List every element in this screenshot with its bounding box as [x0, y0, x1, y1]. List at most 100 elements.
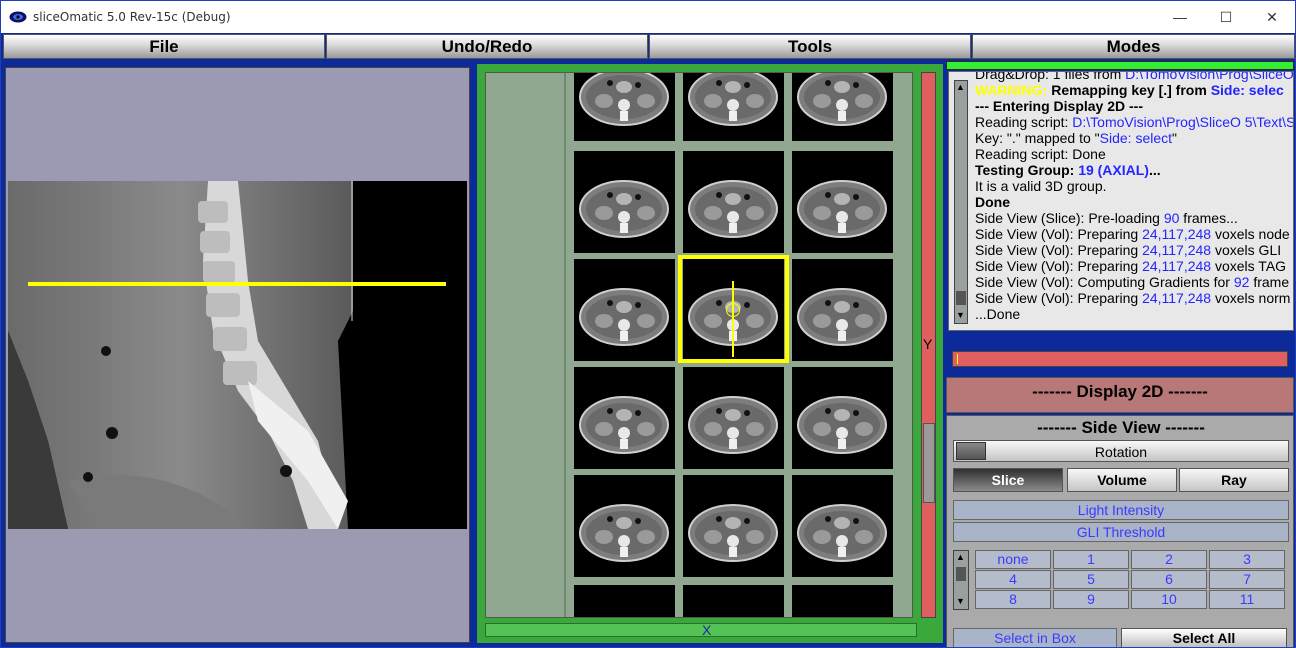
axial-ct-drawing	[688, 396, 778, 454]
gli-threshold-slider[interactable]: GLI Threshold	[953, 522, 1289, 542]
log-segment: voxels GLI	[1211, 242, 1282, 258]
select-in-box-button[interactable]: Select in Box	[953, 628, 1117, 647]
log-segment: Side View (Vol): Preparing	[975, 290, 1143, 306]
display2d-header[interactable]: ------- Display 2D -------	[946, 377, 1294, 413]
axial-slice-thumbnail[interactable]	[683, 475, 784, 577]
tab-volume[interactable]: Volume	[1067, 468, 1177, 492]
tag-button[interactable]: 9	[1053, 590, 1129, 609]
tag-button[interactable]: 11	[1209, 590, 1285, 609]
x-scrollbar[interactable]: X	[485, 622, 917, 638]
sagittal-ct-drawing	[8, 181, 353, 529]
text-cursor	[957, 354, 958, 364]
command-input[interactable]	[952, 351, 1288, 367]
tag-button[interactable]: none	[975, 550, 1051, 569]
close-button[interactable]: ✕	[1249, 1, 1295, 33]
tag-button[interactable]: 2	[1131, 550, 1207, 569]
tag-button[interactable]: 4	[975, 570, 1051, 589]
y-axis-label: Y	[923, 336, 933, 352]
tab-slice[interactable]: Slice	[953, 468, 1063, 492]
sagittal-ct-image[interactable]	[8, 181, 467, 529]
scroll-up-icon[interactable]: ▲	[956, 553, 965, 562]
tag-button[interactable]: 8	[975, 590, 1051, 609]
sagittal-view-pane[interactable]	[5, 67, 470, 643]
log-segment: Remapping key [.] from	[1047, 82, 1211, 98]
log-segment: --- Entering Display 2D ---	[975, 98, 1144, 114]
axial-ct-drawing	[688, 180, 778, 238]
axial-slice-thumbnail[interactable]	[792, 73, 893, 141]
select-all-button[interactable]: Select All	[1121, 628, 1287, 647]
axial-slice-thumbnail[interactable]	[574, 585, 675, 617]
axial-slice-thumbnail[interactable]	[792, 367, 893, 469]
log-segment: 24,117,248	[1142, 258, 1212, 274]
log-line: Side View (Vol): Preparing 24,117,248 vo…	[975, 226, 1293, 242]
log-scroll-thumb[interactable]	[956, 291, 966, 305]
minimize-button[interactable]: —	[1157, 1, 1203, 33]
log-segment: Reading script: Done	[975, 146, 1106, 162]
axial-slice-thumbnail[interactable]	[574, 151, 675, 253]
maximize-button[interactable]: ☐	[1203, 1, 1249, 33]
axial-ct-drawing	[688, 73, 778, 126]
log-segment: Side View (Vol): Computing Gradients for	[975, 274, 1234, 290]
axial-ct-drawing	[797, 396, 887, 454]
tag-grid-scrollbar[interactable]: ▲ ▼	[953, 550, 969, 610]
menu-modes[interactable]: Modes	[972, 34, 1295, 59]
axial-slice-thumbnail[interactable]	[574, 73, 675, 141]
axial-ct-drawing	[579, 288, 669, 346]
scroll-down-icon[interactable]: ▼	[956, 311, 965, 320]
log-segment: Side: selec	[1210, 82, 1284, 98]
log-vertical-scrollbar[interactable]: ▲ ▼	[954, 80, 968, 324]
log-segment: Side View (Vol): Preparing	[975, 242, 1143, 258]
log-line: Side View (Slice): Pre-loading 90 frames…	[975, 210, 1293, 226]
axial-slice-thumbnail[interactable]	[683, 73, 784, 141]
axial-slice-thumbnail[interactable]	[792, 259, 893, 361]
menu-tools[interactable]: Tools	[649, 34, 971, 59]
y-scrollbar-thumb[interactable]	[923, 423, 935, 503]
cursor-crosshair-vertical	[732, 281, 734, 357]
tag-button[interactable]: 7	[1209, 570, 1285, 589]
rotation-slider-handle[interactable]	[956, 442, 986, 460]
log-segment: "	[1172, 130, 1177, 146]
axial-slice-thumbnail[interactable]	[683, 367, 784, 469]
log-console[interactable]: ▲ ▼ Drag&Drop: 1 files from D:\TomoVisio…	[948, 71, 1294, 331]
selected-slice-frame[interactable]	[678, 255, 789, 363]
thumbnail-grid[interactable]	[485, 72, 913, 618]
tag-button[interactable]: 10	[1131, 590, 1207, 609]
axial-slice-thumbnail[interactable]	[574, 367, 675, 469]
app-logo-icon	[9, 11, 27, 23]
log-line: Testing Group: 19 (AXIAL)...	[975, 162, 1293, 178]
tag-button[interactable]: 5	[1053, 570, 1129, 589]
log-segment: 92	[1233, 274, 1250, 290]
axial-slice-thumbnail[interactable]	[574, 475, 675, 577]
light-intensity-slider[interactable]: Light Intensity	[953, 500, 1289, 520]
axial-slice-thumbnail[interactable]	[792, 151, 893, 253]
tag-grid-scroll-thumb[interactable]	[956, 567, 966, 581]
axial-slice-thumbnail[interactable]	[792, 585, 893, 617]
tag-button[interactable]: 6	[1131, 570, 1207, 589]
slice-position-line[interactable]	[28, 282, 446, 286]
side-view-title: ------- Side View -------	[1037, 418, 1205, 437]
rotation-slider[interactable]: Rotation	[953, 440, 1289, 462]
axial-grid-pane: Y X	[477, 64, 943, 643]
axial-slice-thumbnail[interactable]	[792, 475, 893, 577]
side-view-panel: ------- Side View ------- Rotation Slice…	[946, 415, 1294, 647]
rotation-label: Rotation	[1094, 444, 1148, 460]
log-segment: voxels node	[1211, 226, 1290, 242]
axial-ct-drawing	[797, 180, 887, 238]
tag-button[interactable]: 1	[1053, 550, 1129, 569]
axial-slice-thumbnail[interactable]	[683, 151, 784, 253]
log-segment: It is a valid 3D group.	[975, 178, 1107, 194]
axial-ct-drawing	[579, 396, 669, 454]
tab-ray[interactable]: Ray	[1179, 468, 1289, 492]
menu-undo-redo[interactable]: Undo/Redo	[326, 34, 648, 59]
log-line: Side View (Vol): Preparing 24,117,248 vo…	[975, 242, 1293, 258]
axial-ct-drawing	[579, 73, 669, 126]
log-segment: WARNING:	[975, 82, 1048, 98]
scroll-up-icon[interactable]: ▲	[956, 83, 965, 92]
tag-button[interactable]: 3	[1209, 550, 1285, 569]
scroll-down-icon[interactable]: ▼	[956, 597, 965, 606]
axial-slice-thumbnail[interactable]	[574, 259, 675, 361]
grid-left-margin	[486, 73, 566, 617]
axial-slice-thumbnail[interactable]	[683, 585, 784, 617]
menu-file[interactable]: File	[3, 34, 325, 59]
log-line: Side View (Vol): Computing Gradients for…	[975, 274, 1293, 290]
